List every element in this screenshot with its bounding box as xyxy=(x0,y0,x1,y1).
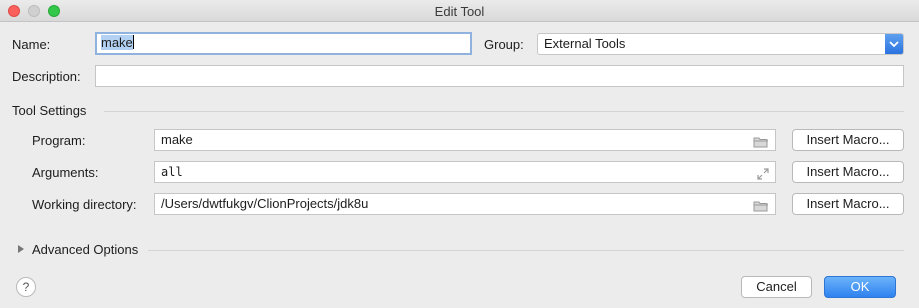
arguments-input[interactable]: all xyxy=(154,161,776,183)
section-divider xyxy=(148,250,904,251)
title-bar: Edit Tool xyxy=(0,0,919,22)
advanced-options-toggle[interactable]: Advanced Options xyxy=(32,242,138,257)
group-select[interactable]: External Tools xyxy=(537,33,904,55)
working-directory-input-value: /Users/dwtfukgv/ClionProjects/jdk8u xyxy=(161,196,369,211)
name-input-value: make xyxy=(101,35,133,50)
section-divider xyxy=(104,111,904,112)
ok-button[interactable]: OK xyxy=(824,276,896,298)
description-input[interactable] xyxy=(95,65,904,87)
group-select-value: External Tools xyxy=(544,36,626,51)
working-directory-input[interactable]: /Users/dwtfukgv/ClionProjects/jdk8u xyxy=(154,193,776,215)
arguments-label: Arguments: xyxy=(32,165,99,180)
folder-icon[interactable] xyxy=(753,198,769,214)
tool-settings-heading: Tool Settings xyxy=(12,103,87,118)
program-input-value: make xyxy=(161,132,193,147)
program-insert-macro-button[interactable]: Insert Macro... xyxy=(792,129,904,151)
help-button[interactable]: ? xyxy=(16,277,36,297)
arguments-insert-macro-button[interactable]: Insert Macro... xyxy=(792,161,904,183)
description-label: Description: xyxy=(12,69,81,84)
arguments-input-value: all xyxy=(161,165,183,179)
expand-icon[interactable] xyxy=(757,166,769,182)
text-caret xyxy=(132,35,134,49)
program-label: Program: xyxy=(32,133,86,148)
window-title: Edit Tool xyxy=(434,4,485,19)
name-label: Name: xyxy=(12,37,51,52)
group-label: Group: xyxy=(484,37,524,52)
cancel-button[interactable]: Cancel xyxy=(741,276,812,298)
name-input[interactable]: make xyxy=(95,32,472,55)
folder-icon[interactable] xyxy=(753,134,769,150)
chevron-down-icon[interactable] xyxy=(885,34,903,54)
program-input[interactable]: make xyxy=(154,129,776,151)
working-directory-label: Working directory: xyxy=(32,197,137,212)
expand-triangle-icon[interactable] xyxy=(18,245,24,253)
working-directory-insert-macro-button[interactable]: Insert Macro... xyxy=(792,193,904,215)
